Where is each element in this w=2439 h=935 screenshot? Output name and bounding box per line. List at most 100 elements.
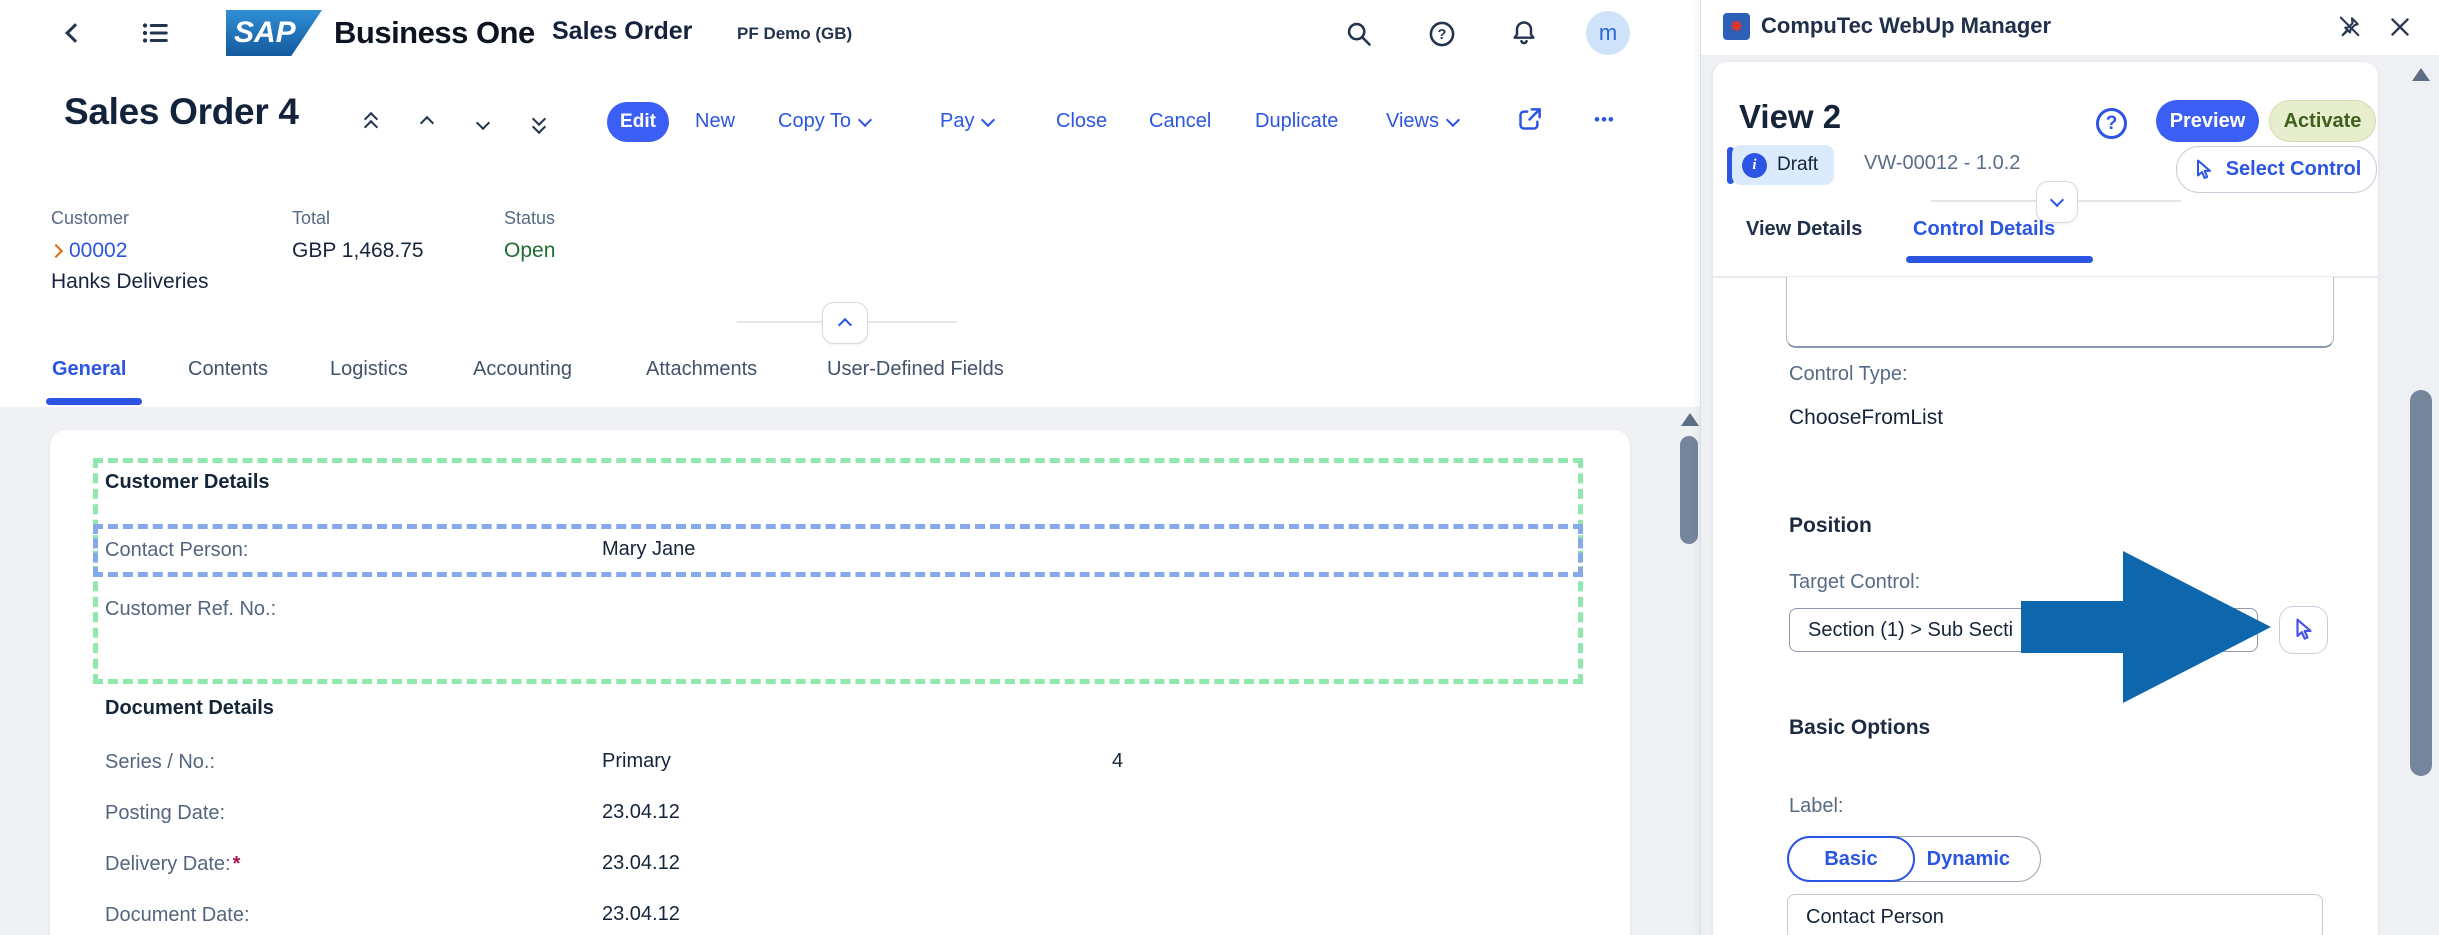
chevron-down-icon: [981, 112, 995, 126]
sap-business-one-logo[interactable]: SAP Business One: [226, 10, 535, 56]
annotation-arrow-tail: [2021, 601, 2125, 653]
tab-general[interactable]: General: [52, 358, 126, 381]
contact-person-label: Contact Person:: [105, 539, 248, 562]
panel-scrollbar-thumb[interactable]: [2410, 390, 2432, 776]
chevron-up-icon: [420, 116, 434, 130]
collapse-view-header-button[interactable]: [2036, 181, 2078, 223]
more-actions-button[interactable]: •••: [1594, 110, 1615, 130]
scroll-up-arrow[interactable]: [2412, 68, 2430, 81]
cancel-button[interactable]: Cancel: [1149, 110, 1211, 133]
posting-date-value[interactable]: 23.04.12: [602, 801, 680, 824]
shell-title: Sales Order: [552, 17, 692, 46]
edit-button[interactable]: Edit: [607, 102, 669, 142]
svg-text:?: ?: [1438, 27, 1447, 43]
tab-control-details[interactable]: Control Details: [1913, 218, 2055, 241]
position-heading: Position: [1789, 514, 1872, 538]
search-button[interactable]: [1345, 20, 1373, 48]
view-version: VW-00012 - 1.0.2: [1864, 152, 2020, 175]
close-icon: [2387, 14, 2413, 40]
sales-order-app: SAP Business One Sales Order PF Demo (GB…: [0, 0, 1700, 935]
annotation-arrow-icon: [2123, 551, 2271, 703]
collapse-header-button[interactable]: [822, 302, 868, 344]
avatar[interactable]: m: [1586, 11, 1630, 55]
back-button[interactable]: [62, 20, 88, 46]
previous-record-button[interactable]: [414, 110, 440, 136]
next-record-button[interactable]: [470, 110, 496, 136]
tab-accounting[interactable]: Accounting: [473, 358, 572, 381]
close-document-button[interactable]: Close: [1056, 110, 1107, 133]
tab-user-defined-fields[interactable]: User-Defined Fields: [827, 358, 1004, 381]
tab-contents[interactable]: Contents: [188, 358, 268, 381]
panel-title: CompuTec WebUp Manager: [1761, 13, 2051, 39]
cursor-icon: [2291, 617, 2317, 643]
select-control-button[interactable]: Select Control: [2176, 146, 2377, 193]
bell-icon: [1510, 19, 1538, 47]
tab-attachments[interactable]: Attachments: [646, 358, 757, 381]
delivery-date-value[interactable]: 23.04.12: [602, 852, 680, 875]
status-badge-label: Draft: [1777, 154, 1818, 176]
chevron-down-icon: [2050, 193, 2064, 207]
total-value: GBP 1,468.75: [292, 239, 424, 263]
label-field-label: Label:: [1789, 795, 1844, 818]
cursor-icon: [2192, 158, 2216, 182]
active-tab-indicator: [46, 398, 142, 405]
views-button[interactable]: Views: [1386, 110, 1458, 133]
computec-logo-icon: ✸: [1723, 13, 1750, 40]
pay-button[interactable]: Pay: [940, 110, 993, 133]
tab-view-details[interactable]: View Details: [1746, 218, 1862, 241]
view-help-icon[interactable]: ?: [2096, 108, 2127, 139]
basic-options-heading: Basic Options: [1789, 716, 1930, 740]
share-icon: [1516, 106, 1543, 133]
page-title: Sales Order 4: [64, 91, 299, 133]
preview-button[interactable]: Preview: [2156, 100, 2259, 142]
sap-logo-mark: SAP: [226, 10, 322, 56]
avatar-letter: m: [1599, 20, 1617, 46]
activate-button[interactable]: Activate: [2269, 100, 2376, 142]
customer-ref-label: Customer Ref. No.:: [105, 598, 276, 621]
document-number-value: 4: [1112, 750, 1123, 773]
required-asterisk: *: [233, 853, 241, 875]
close-panel-button[interactable]: [2387, 14, 2413, 40]
chevron-up-icon: [838, 318, 852, 332]
copy-to-button[interactable]: Copy To: [778, 110, 870, 133]
view-title: View 2: [1739, 98, 1841, 136]
menu-button[interactable]: [140, 18, 170, 48]
webup-manager-panel: ✸ CompuTec WebUp Manager View 2 ? Previe…: [1700, 0, 2439, 935]
delivery-date-label: Delivery Date:*: [105, 853, 240, 876]
pin-slash-icon: [2335, 13, 2363, 41]
last-record-button[interactable]: [526, 110, 552, 136]
chevron-down-icon: [1446, 112, 1460, 126]
status-label: Status: [504, 208, 555, 229]
active-tab-indicator: [1906, 256, 2093, 263]
list-menu-icon: [140, 18, 170, 48]
duplicate-button[interactable]: Duplicate: [1255, 110, 1338, 133]
customer-link[interactable]: 00002: [51, 239, 127, 263]
contact-person-highlight-box: [93, 524, 1583, 577]
new-button[interactable]: New: [695, 110, 735, 133]
customer-name: Hanks Deliveries: [51, 270, 209, 294]
chevron-right-icon: [49, 244, 63, 258]
shell-header: SAP Business One Sales Order PF Demo (GB…: [0, 0, 1700, 64]
segment-basic[interactable]: Basic: [1787, 836, 1915, 882]
description-textarea[interactable]: [1786, 277, 2334, 348]
first-record-button[interactable]: [358, 110, 384, 136]
tab-logistics[interactable]: Logistics: [330, 358, 408, 381]
scroll-up-arrow[interactable]: [1681, 413, 1699, 426]
main-scrollbar-thumb[interactable]: [1680, 436, 1698, 544]
unpin-button[interactable]: [2335, 13, 2363, 41]
notifications-button[interactable]: [1510, 19, 1538, 47]
control-type-value: ChooseFromList: [1789, 406, 1943, 430]
share-button[interactable]: [1516, 106, 1543, 133]
chevron-down-icon: [476, 116, 490, 130]
label-value-input[interactable]: [1787, 894, 2323, 935]
document-date-label: Document Date:: [105, 904, 250, 927]
document-date-value[interactable]: 23.04.12: [602, 903, 680, 926]
record-navigation: [358, 110, 552, 136]
contact-person-value[interactable]: Mary Jane: [602, 538, 695, 561]
help-button[interactable]: ?: [1428, 20, 1456, 48]
pick-target-control-button[interactable]: [2279, 606, 2328, 654]
customer-label: Customer: [51, 208, 129, 229]
series-value[interactable]: Primary: [602, 750, 671, 773]
customer-details-heading: Customer Details: [105, 471, 270, 494]
product-name: Business One: [334, 15, 535, 51]
